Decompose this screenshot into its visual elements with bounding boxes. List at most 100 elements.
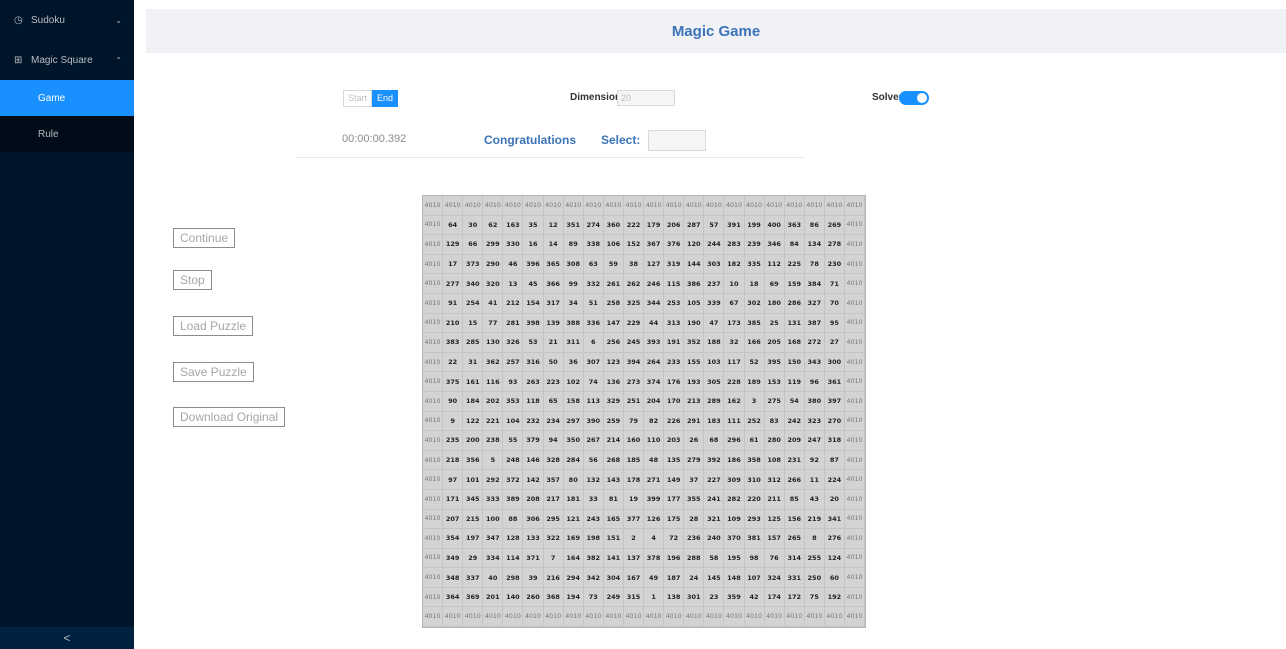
grid-cell[interactable]: 358: [744, 450, 765, 471]
grid-cell[interactable]: 174: [764, 587, 785, 608]
grid-cell[interactable]: 287: [684, 215, 705, 236]
grid-cell[interactable]: 278: [824, 235, 845, 255]
grid-cell[interactable]: 281: [503, 313, 524, 334]
grid-cell[interactable]: 58: [704, 548, 725, 569]
grid-cell[interactable]: 203: [664, 431, 685, 451]
grid-cell[interactable]: 328: [543, 450, 564, 471]
grid-cell[interactable]: 359: [724, 587, 745, 608]
grid-cell[interactable]: 208: [523, 489, 544, 510]
grid-cell[interactable]: 324: [764, 568, 785, 588]
grid-cell[interactable]: 143: [603, 470, 624, 490]
grid-cell[interactable]: 326: [503, 333, 524, 353]
grid-cell[interactable]: 180: [764, 293, 785, 314]
grid-cell[interactable]: 85: [784, 489, 805, 510]
grid-cell[interactable]: 75: [804, 587, 825, 608]
start-button[interactable]: Start: [343, 90, 373, 107]
grid-cell[interactable]: 5: [483, 450, 504, 471]
grid-cell[interactable]: 185: [623, 450, 645, 471]
grid-cell[interactable]: 181: [563, 489, 584, 510]
load-puzzle-button[interactable]: Load Puzzle: [173, 316, 254, 336]
grid-cell[interactable]: 301: [684, 587, 705, 608]
grid-cell[interactable]: 383: [443, 333, 464, 353]
grid-cell[interactable]: 274: [583, 215, 604, 236]
grid-cell[interactable]: 362: [483, 352, 504, 373]
grid-cell[interactable]: 370: [724, 529, 745, 549]
grid-cell[interactable]: 382: [583, 548, 604, 569]
grid-cell[interactable]: 21: [543, 333, 564, 353]
grid-cell[interactable]: 105: [684, 293, 705, 314]
grid-cell[interactable]: 320: [483, 274, 504, 294]
grid-cell[interactable]: 227: [704, 470, 725, 490]
grid-cell[interactable]: 212: [503, 293, 524, 314]
grid-cell[interactable]: 77: [483, 313, 504, 334]
grid-cell[interactable]: 151: [603, 529, 624, 549]
grid-cell[interactable]: 142: [523, 470, 544, 490]
grid-cell[interactable]: 51: [583, 293, 604, 314]
grid-cell[interactable]: 304: [603, 568, 624, 588]
grid-cell[interactable]: 337: [463, 568, 484, 588]
grid-cell[interactable]: 259: [603, 411, 624, 432]
grid-cell[interactable]: 323: [804, 411, 825, 432]
menu-sudoku[interactable]: ◷ Sudoku ⌄: [0, 0, 134, 40]
grid-cell[interactable]: 398: [523, 313, 544, 334]
grid-cell[interactable]: 312: [764, 470, 785, 490]
grid-cell[interactable]: 179: [644, 215, 665, 236]
grid-cell[interactable]: 378: [644, 548, 665, 569]
grid-cell[interactable]: 345: [463, 489, 484, 510]
grid-cell[interactable]: 258: [603, 293, 624, 314]
grid-cell[interactable]: 26: [684, 431, 705, 451]
grid-cell[interactable]: 339: [704, 293, 725, 314]
grid-cell[interactable]: 222: [623, 215, 645, 236]
grid-cell[interactable]: 60: [824, 568, 845, 588]
grid-cell[interactable]: 55: [503, 431, 524, 451]
save-puzzle-button[interactable]: Save Puzzle: [173, 362, 254, 382]
grid-cell[interactable]: 15: [463, 313, 484, 334]
grid-cell[interactable]: 368: [543, 587, 564, 608]
grid-cell[interactable]: 283: [724, 235, 745, 255]
grid-cell[interactable]: 45: [523, 274, 544, 294]
grid-cell[interactable]: 249: [603, 587, 624, 608]
grid-cell[interactable]: 318: [824, 431, 845, 451]
grid-cell[interactable]: 113: [583, 391, 604, 412]
grid-cell[interactable]: 133: [523, 529, 544, 549]
grid-cell[interactable]: 87: [824, 450, 845, 471]
grid-cell[interactable]: 192: [824, 587, 845, 608]
grid-cell[interactable]: 18: [744, 274, 765, 294]
grid-cell[interactable]: 216: [543, 568, 564, 588]
grid-cell[interactable]: 388: [563, 313, 584, 334]
grid-cell[interactable]: 381: [744, 529, 765, 549]
grid-cell[interactable]: 277: [443, 274, 464, 294]
grid-cell[interactable]: 314: [784, 548, 805, 569]
grid-cell[interactable]: 107: [744, 568, 765, 588]
grid-cell[interactable]: 311: [563, 333, 584, 353]
grid-cell[interactable]: 189: [744, 372, 765, 392]
grid-cell[interactable]: 375: [443, 372, 464, 392]
grid-cell[interactable]: 166: [744, 333, 765, 353]
grid-cell[interactable]: 239: [744, 235, 765, 255]
grid-cell[interactable]: 54: [784, 391, 805, 412]
grid-cell[interactable]: 264: [644, 352, 665, 373]
grid-cell[interactable]: 124: [824, 548, 845, 569]
grid-cell[interactable]: 232: [523, 411, 544, 432]
grid-cell[interactable]: 172: [784, 587, 805, 608]
grid-cell[interactable]: 201: [483, 587, 504, 608]
grid-cell[interactable]: 49: [644, 568, 665, 588]
grid-cell[interactable]: 122: [463, 411, 484, 432]
grid-cell[interactable]: 399: [644, 489, 665, 510]
grid-cell[interactable]: 316: [523, 352, 544, 373]
grid-cell[interactable]: 10: [724, 274, 745, 294]
grid-cell[interactable]: 372: [503, 470, 524, 490]
grid-cell[interactable]: 83: [764, 411, 785, 432]
grid-cell[interactable]: 365: [543, 254, 564, 275]
grid-cell[interactable]: 377: [623, 509, 645, 530]
grid-cell[interactable]: 27: [824, 333, 845, 353]
grid-cell[interactable]: 237: [704, 274, 725, 294]
continue-button[interactable]: Continue: [173, 228, 236, 248]
grid-cell[interactable]: 183: [704, 411, 725, 432]
grid-cell[interactable]: 70: [824, 293, 845, 314]
grid-cell[interactable]: 271: [644, 470, 665, 490]
grid-cell[interactable]: 163: [503, 215, 524, 236]
grid-cell[interactable]: 268: [603, 450, 624, 471]
grid-cell[interactable]: 400: [764, 215, 785, 236]
grid-cell[interactable]: 46: [503, 254, 524, 275]
